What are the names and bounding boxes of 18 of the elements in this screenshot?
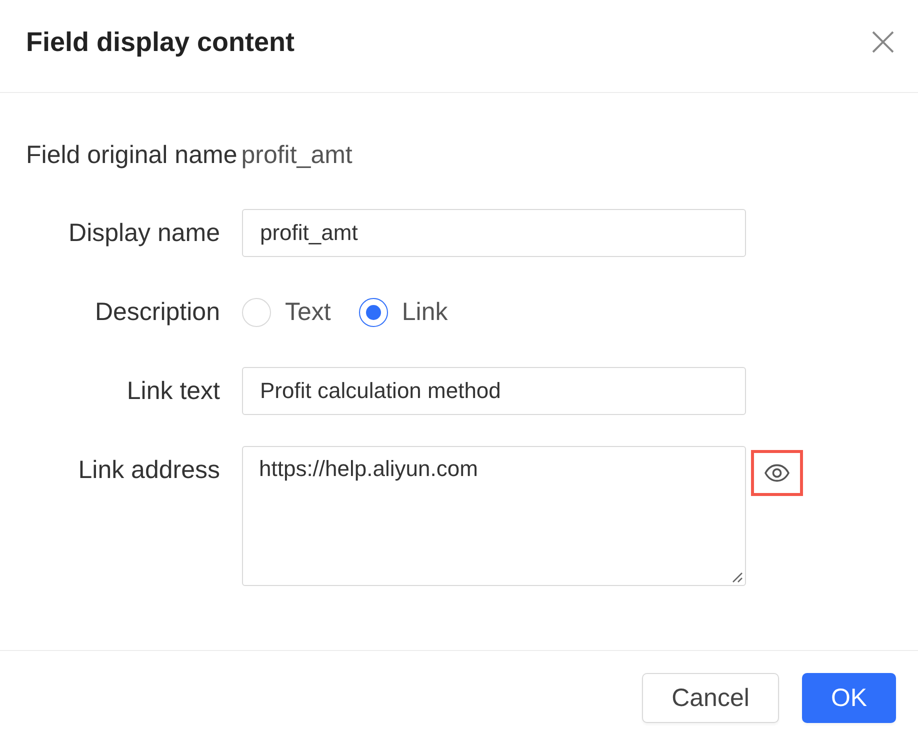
field-value: profit_amt <box>241 140 352 170</box>
resize-handle-icon[interactable] <box>732 572 743 583</box>
cancel-button[interactable]: Cancel <box>642 673 779 723</box>
close-icon <box>872 31 894 53</box>
field-label: Display name <box>68 218 220 249</box>
eye-icon[interactable] <box>764 464 790 482</box>
radio-label[interactable]: Text <box>285 298 331 326</box>
radio-label[interactable]: Link <box>402 298 448 326</box>
confirm-button[interactable]: OK <box>802 673 896 723</box>
radio-button[interactable] <box>358 298 388 326</box>
field-label: Link text <box>126 376 220 407</box>
dialog-title: Field display content <box>26 26 295 58</box>
field-label: Description <box>94 297 220 328</box>
field-label: Link address <box>78 455 220 486</box>
link-address-field[interactable]: https://help.aliyun.com <box>242 446 746 586</box>
link-text-input[interactable]: Profit calculation method <box>242 367 746 415</box>
display-name-input[interactable]: profit_amt <box>242 209 746 257</box>
field-label: Field original name <box>26 140 238 170</box>
